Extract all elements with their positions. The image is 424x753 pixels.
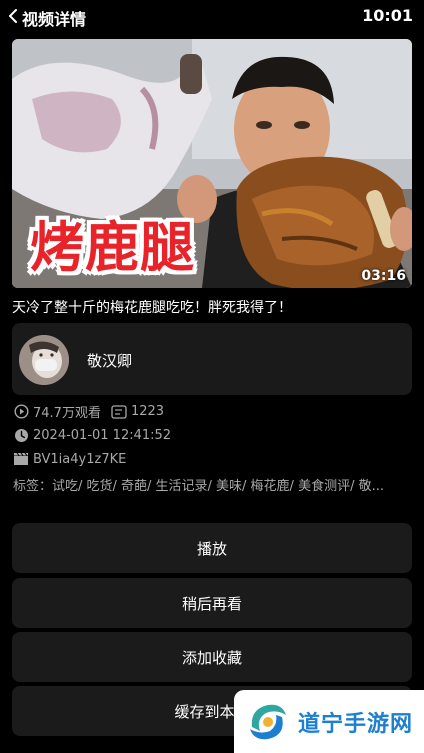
add-favorite-button[interactable]: 添加收藏 xyxy=(12,632,412,682)
author-card[interactable]: 敬汉卿 xyxy=(12,323,412,395)
top-bar: 视频详情 10:01 xyxy=(0,0,424,32)
clock-icon xyxy=(13,427,29,443)
author-name: 敬汉卿 xyxy=(87,352,133,370)
watch-later-button[interactable]: 稍后再看 xyxy=(12,578,412,628)
thumbnail-overlay-text: 烤鹿腿 xyxy=(30,216,195,279)
danmaku-icon xyxy=(111,404,127,420)
bvid: BV1ia4y1z7KE xyxy=(33,451,127,467)
watermark-text: 道宁手游网 xyxy=(298,711,414,737)
watermark-logo-icon xyxy=(245,699,289,744)
play-button[interactable]: 播放 xyxy=(12,523,412,573)
view-count: 74.7万观看 xyxy=(33,406,101,421)
back-button[interactable] xyxy=(6,8,20,24)
page-title: 视频详情 xyxy=(22,10,87,29)
chevron-left-icon xyxy=(9,9,17,23)
tags-text: 标签：试吃/ 吃货/ 奇葩/ 生活记录/ 美味/ 梅花鹿/ 美食测评/ 敬... xyxy=(13,479,384,494)
video-clapper-icon xyxy=(13,451,29,467)
bvid-row: BV1ia4y1z7KE xyxy=(13,451,126,467)
video-thumbnail[interactable]: 烤鹿腿 03:16 xyxy=(12,39,412,288)
avatar xyxy=(19,335,69,385)
site-watermark: 道宁手游网 xyxy=(234,690,424,753)
video-duration: 03:16 xyxy=(361,268,406,284)
avatar-image xyxy=(19,335,69,385)
video-title: 天冷了整十斤的梅花鹿腿吃吃！胖死我得了！ xyxy=(12,300,292,316)
status-time: 10:01 xyxy=(362,6,413,25)
danmaku-count: 1223 xyxy=(130,404,165,419)
tags-row: 标签：试吃/ 吃货/ 奇葩/ 生活记录/ 美味/ 梅花鹿/ 美食测评/ 敬... xyxy=(13,475,413,494)
publish-date: 2024-01-01 12:41:52 xyxy=(33,427,172,443)
video-detail-page: 视频详情 10:01 烤鹿腿 03:16 天冷了整十斤的梅花鹿腿吃吃！胖死我得了… xyxy=(0,0,424,753)
publish-date-row: 2024-01-01 12:41:52 xyxy=(13,427,171,443)
stats-row: 74.7万观看 1223 xyxy=(13,402,164,421)
play-circle-icon xyxy=(13,404,29,420)
